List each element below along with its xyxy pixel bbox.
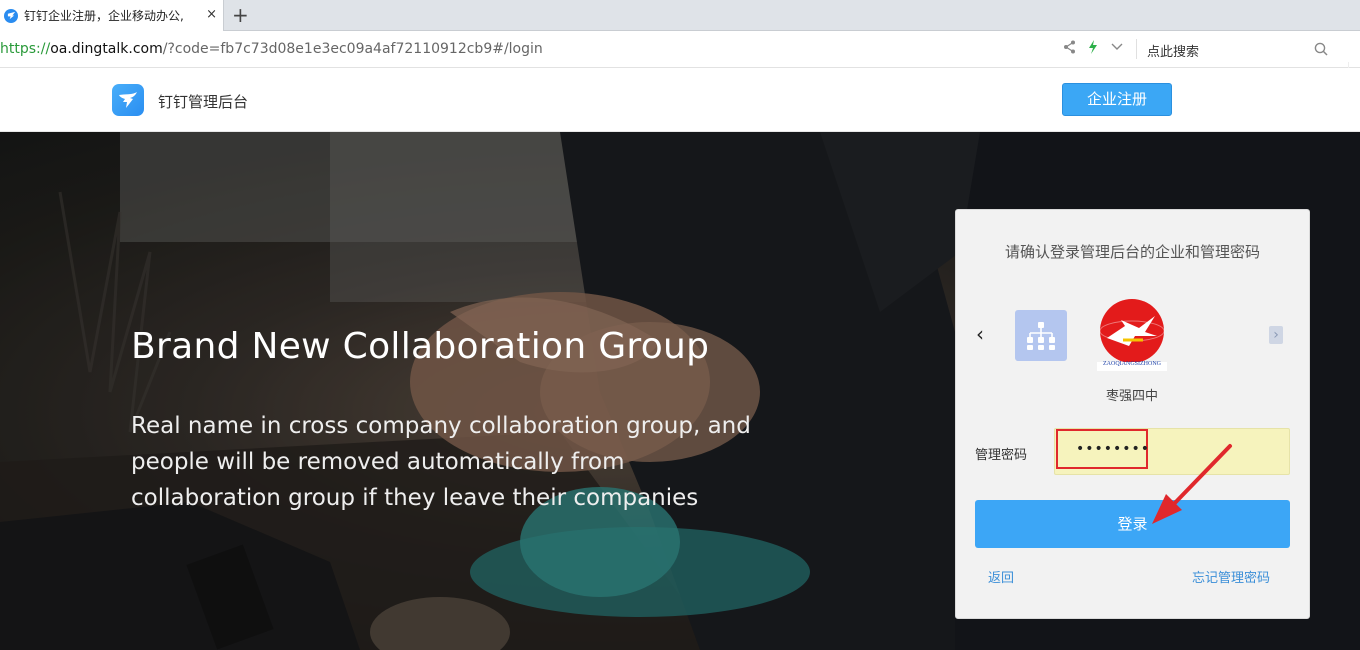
address-bar[interactable]: https://oa.dingtalk.com/?code=fb7c73d08e… [0,31,1360,99]
close-tab-icon[interactable]: × [206,8,217,22]
bolt-icon[interactable] [1086,40,1100,56]
share-icon[interactable] [1062,40,1076,56]
url-field[interactable]: https://oa.dingtalk.com/?code=fb7c73d08e… [0,41,543,57]
password-value[interactable]: •••••••• [1076,439,1150,459]
school-logo[interactable]: ZAOQIANGSIZHONG [1095,298,1169,372]
chevron-down-icon[interactable] [1110,40,1124,56]
back-link[interactable]: 返回 [988,567,1014,586]
register-button[interactable]: 企业注册 [1062,83,1172,116]
forgot-password-link[interactable]: 忘记管理密码 [1192,567,1270,586]
chevron-left-icon[interactable]: ‹ [976,324,984,344]
school-logo-text: ZAOQIANGSIZHONG [1103,361,1161,367]
search-icon[interactable] [1314,41,1328,56]
org-tree-icon[interactable] [1015,310,1067,361]
address-divider [1136,39,1137,59]
search-input[interactable]: 点此搜索 [1147,41,1199,60]
chevron-right-icon[interactable]: › [1269,326,1283,344]
login-prompt: 请确认登录管理后台的企业和管理密码 [1004,243,1260,261]
password-label: 管理密码 [975,448,1028,463]
dingtalk-favicon-icon [4,8,18,23]
browser-tab-bar: 钉钉企业注册，企业移动办公, × + [0,0,1360,31]
dingtalk-logo-icon[interactable] [112,84,144,116]
hero-subtitle: Real name in cross company collaboration… [131,413,751,511]
site-header: 钉钉管理后台 企业注册 [0,68,1360,132]
tab-title: 钉钉企业注册，企业移动办公, [24,9,184,23]
url-scheme: https:// [0,41,51,57]
login-card: 请确认登录管理后台的企业和管理密码 ‹ ZAOQIANGSIZHONG 枣强四中… [955,209,1310,619]
url-path: /?code=fb7c73d08e1e3ec09a4af72110912cb9#… [162,41,543,57]
hero-title: Brand New Collaboration Group [131,326,710,367]
browser-tab[interactable]: 钉钉企业注册，企业移动办公, × [0,0,224,31]
url-host: oa.dingtalk.com [50,41,163,57]
login-button[interactable]: 登录 [975,500,1290,548]
brand-title[interactable]: 钉钉管理后台 [158,91,248,112]
school-name: 枣强四中 [1105,389,1158,404]
new-tab-button[interactable]: + [232,4,249,26]
